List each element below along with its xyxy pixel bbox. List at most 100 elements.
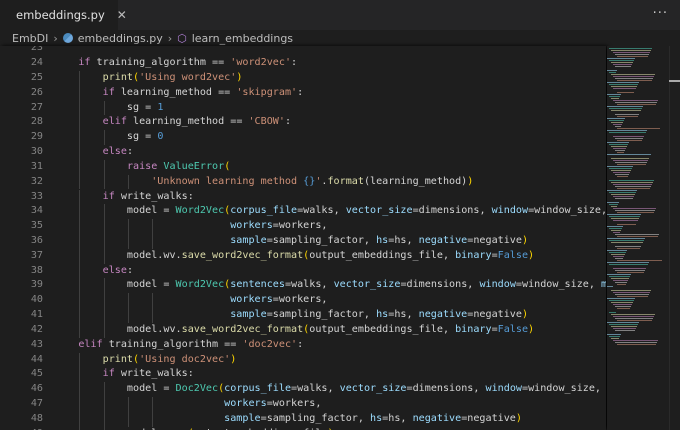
indent-guide [103,248,105,264]
code-line: 41 sample=sampling_factor, hs=hs, negati… [0,308,606,323]
line-number: 43 [30,338,43,350]
code-token: False [497,323,529,335]
tab-embeddings-py[interactable]: embeddings.py ✕ [0,0,127,30]
code-token: vector_size [333,279,401,291]
code-text: if write_walks: [54,367,194,382]
code-token: format [327,175,364,187]
more-actions-icon[interactable]: ··· [653,6,668,21]
line-number: 28 [30,116,43,128]
code-token: window [479,279,516,291]
indent-guide [127,233,129,249]
code-text: model.wv.save_word2vec_format(output_emb… [54,249,534,264]
code-token: sample [230,309,267,321]
breadcrumb-folder[interactable]: EmbDI [12,32,48,45]
code-line: 38 else: [0,264,606,279]
code-token: =walks, [291,383,340,395]
indent-guide [79,397,81,412]
code-line: 42 model.wv.save_word2vec_format(output_… [0,323,606,338]
code-token: =sampling_factor, [266,309,377,321]
code-token: =dimensions, [406,383,486,395]
code-token: : [291,57,298,69]
code-text: else: [54,264,133,279]
code-token: if [102,190,115,202]
breadcrumb-file[interactable]: embeddings.py [78,32,163,45]
scrollbar-thumb[interactable] [669,80,680,82]
indent-guide [103,278,105,294]
indent-guide [103,159,105,175]
code-text: elif learning_method == 'CBOW': [54,115,291,130]
code-token: binary [455,249,492,261]
code-token: print [102,71,134,83]
vertical-scrollbar[interactable] [669,46,680,430]
code-token: hs [376,234,389,246]
line-number: 30 [30,146,43,157]
tab-label: embeddings.py [16,8,105,22]
code-token: ) [230,353,237,365]
line-number: 34 [30,205,43,217]
code-line: 33 if write_walks: [0,190,606,205]
code-token: 0 [157,131,164,143]
code-token: hs [376,309,389,321]
line-number: 41 [30,309,43,321]
code-token: window [491,205,529,217]
code-text: else: [54,145,133,160]
code-token: sample [224,412,261,424]
code-editor[interactable]: 23 24 if training_algorithm == 'word2vec'… [0,46,606,430]
indent-guide [79,130,81,145]
indent-guide [103,233,105,249]
line-number: 48 [30,412,43,424]
minimap[interactable] [607,46,669,430]
minimap-line [617,284,626,286]
code-line: 45 if write_walks: [0,367,606,382]
code-token: 'Using word2vec' [139,71,237,83]
indent-guide [79,322,81,338]
code-token: else [102,264,127,276]
line-number: 38 [30,264,43,276]
line-number: 37 [30,249,43,261]
code-line: 48 sample=sampling_factor, hs=hs, negati… [0,412,606,427]
code-text: print('Using word2vec') [54,71,243,86]
code-token: =hs, [382,412,413,424]
code-token: 'doc2vec' [242,338,298,350]
code-text: elif training_algorithm == 'doc2vec': [54,338,303,353]
code-token: negative [412,412,462,424]
minimap-line [615,198,633,200]
code-token: Word2Vec [175,205,225,217]
code-token: ) [236,71,243,83]
code-token: vector_size [345,205,413,217]
code-token: model.wv. [54,249,182,261]
line-number: 24 [30,57,43,69]
code-token: =window_size, [515,279,601,291]
code-token: =sampling_factor, [266,234,377,246]
indent-guide [79,174,81,190]
code-text: if learning_method == 'skipgram': [54,86,304,101]
code-text: workers=workers, [54,293,327,308]
breadcrumb-symbol[interactable]: learn_embeddings [192,32,293,45]
code-token: corpus_file [230,205,298,217]
line-number: 36 [30,234,43,246]
line-number: 31 [30,160,43,172]
code-token: workers [224,398,267,410]
minimap-line [613,220,638,222]
code-line: 35 workers=workers, [0,219,606,234]
indent-guide [79,145,81,160]
code-token: negative [418,309,468,321]
code-token: ) [467,175,474,187]
close-icon[interactable]: ✕ [117,8,127,22]
code-token: training_algorithm == [102,338,243,350]
code-token: save_word2vec_format [181,249,304,261]
code-token: output_embeddings_file, [309,249,456,261]
indent-guide [79,219,81,234]
indent-guide [152,233,154,249]
code-token: =negative [467,309,522,321]
